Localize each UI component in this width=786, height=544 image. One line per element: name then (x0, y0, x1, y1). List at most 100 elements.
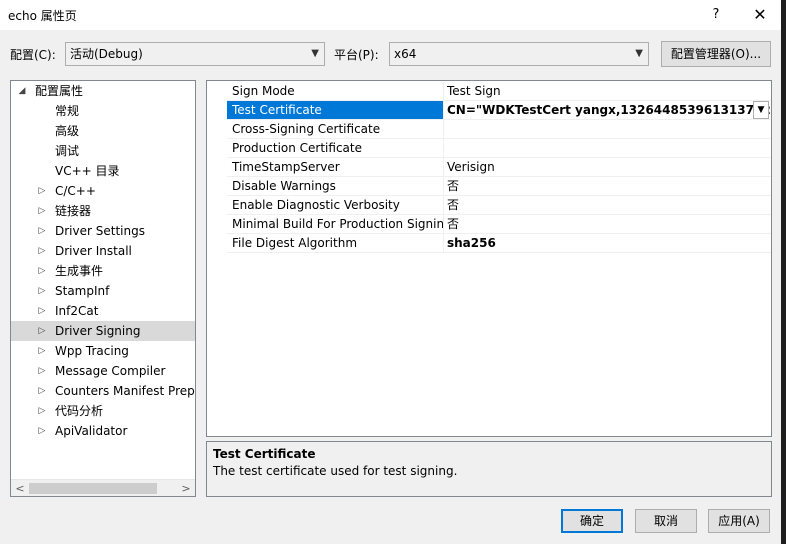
tree-item[interactable]: ▷ Driver Settings (11, 221, 195, 241)
property-name[interactable]: TimeStampServer (227, 158, 443, 177)
property-value[interactable]: 否 (443, 196, 771, 215)
tree-item[interactable]: ▷ 生成事件 (11, 261, 195, 281)
chevron-down-icon: ▼ (635, 48, 643, 59)
collapsed-triangle-icon[interactable]: ▷ (37, 321, 47, 341)
tree-item-label: 高级 (55, 124, 80, 138)
property-value[interactable] (443, 120, 771, 139)
collapsed-triangle-icon[interactable]: ▷ (37, 201, 47, 221)
property-row[interactable]: Disable Warnings 否 (207, 177, 771, 196)
property-value-text: Test Sign (447, 84, 501, 98)
tree-item[interactable]: VC++ 目录 (11, 161, 195, 181)
tree-item[interactable]: ▷ 链接器 (11, 201, 195, 221)
close-button[interactable]: ✕ (740, 0, 780, 30)
tree-item-label: Driver Install (55, 244, 132, 258)
property-value[interactable]: 否 (443, 215, 771, 234)
property-tree[interactable]: ◢ 配置属性 常规 高级 调试 VC++ 目录 ▷ C/C++ ▷ 链接器 ▷ Driver Se… (10, 80, 196, 497)
tree-item-label: Driver Settings (55, 224, 145, 238)
chevron-down-icon[interactable]: ▼ (753, 101, 769, 119)
collapsed-triangle-icon[interactable]: ▷ (37, 421, 47, 441)
tree-root-label: 配置属性 (35, 84, 84, 98)
property-name[interactable]: Cross-Signing Certificate (227, 120, 443, 139)
property-grid[interactable]: Sign Mode Test Sign Test Certificate CN="WD… (206, 80, 772, 437)
property-value[interactable]: CN="WDKTestCert yangx,132644853961313752… (443, 101, 771, 120)
scrollbar-thumb[interactable] (29, 483, 157, 494)
property-value-text: Verisign (447, 160, 495, 174)
property-value[interactable]: Verisign (443, 158, 771, 177)
property-value[interactable] (443, 139, 771, 158)
tree-item[interactable]: ▷ 代码分析 (11, 401, 195, 421)
scroll-right-icon[interactable]: > (179, 480, 193, 496)
tree-item-label: Counters Manifest Prepr (55, 384, 195, 398)
tree-item[interactable]: 调试 (11, 141, 195, 161)
description-title: Test Certificate (213, 447, 316, 461)
config-select[interactable]: 活动(Debug) ▼ (65, 42, 325, 66)
property-name[interactable]: Minimal Build For Production Signin (227, 215, 443, 234)
config-manager-button[interactable]: 配置管理器(O)... (661, 41, 771, 67)
tree-item-label: Wpp Tracing (55, 344, 129, 358)
tree-item-label: Driver Signing (55, 324, 141, 338)
tree-item-label: 调试 (55, 144, 80, 158)
window-title: echo 属性页 (8, 9, 77, 23)
tree-item-label: 代码分析 (55, 404, 104, 418)
chevron-down-icon: ▼ (311, 48, 319, 59)
tree-item[interactable]: 高级 (11, 121, 195, 141)
collapsed-triangle-icon[interactable]: ▷ (37, 241, 47, 261)
property-row[interactable]: Minimal Build For Production Signin 否 (207, 215, 771, 234)
tree-item-label: 常规 (55, 104, 80, 118)
tree-horizontal-scrollbar[interactable]: < > (11, 479, 195, 496)
tree-item[interactable]: ▷ C/C++ (11, 181, 195, 201)
collapsed-triangle-icon[interactable]: ▷ (37, 361, 47, 381)
tree-item-label: 生成事件 (55, 264, 104, 278)
tree-item[interactable]: ▷ Driver Install (11, 241, 195, 261)
tree-item[interactable]: 常规 (11, 101, 195, 121)
tree-item[interactable]: ▷ StampInf (11, 281, 195, 301)
scroll-left-icon[interactable]: < (13, 480, 27, 496)
apply-button[interactable]: 应用(A) (708, 509, 770, 533)
property-name[interactable]: Test Certificate (227, 101, 443, 120)
tree-root[interactable]: ◢ 配置属性 (11, 81, 195, 101)
property-row[interactable]: File Digest Algorithm sha256 (207, 234, 771, 253)
property-name[interactable]: File Digest Algorithm (227, 234, 443, 253)
property-name[interactable]: Enable Diagnostic Verbosity (227, 196, 443, 215)
expanded-triangle-icon[interactable]: ◢ (17, 81, 27, 101)
property-name[interactable]: Disable Warnings (227, 177, 443, 196)
property-row[interactable]: TimeStampServer Verisign (207, 158, 771, 177)
property-row[interactable]: Sign Mode Test Sign (207, 82, 771, 101)
tree-item-label: 链接器 (55, 204, 92, 218)
collapsed-triangle-icon[interactable]: ▷ (37, 261, 47, 281)
tree-item[interactable]: ▷ Counters Manifest Prepr (11, 381, 195, 401)
tree-item[interactable]: ▷ ApiValidator (11, 421, 195, 441)
tree-item[interactable]: ▷ Inf2Cat (11, 301, 195, 321)
collapsed-triangle-icon[interactable]: ▷ (37, 301, 47, 321)
property-row[interactable]: Cross-Signing Certificate (207, 120, 771, 139)
collapsed-triangle-icon[interactable]: ▷ (37, 401, 47, 421)
property-value[interactable]: 否 (443, 177, 771, 196)
platform-label: 平台(P): (334, 48, 379, 62)
ok-button[interactable]: 确定 (561, 509, 623, 533)
window-edge (781, 0, 786, 544)
property-name[interactable]: Production Certificate (227, 139, 443, 158)
property-value[interactable]: Test Sign (443, 82, 771, 101)
tree-item[interactable]: ▷ Driver Signing (11, 321, 195, 341)
collapsed-triangle-icon[interactable]: ▷ (37, 221, 47, 241)
property-row[interactable]: Production Certificate (207, 139, 771, 158)
help-button[interactable]: ? (700, 0, 732, 30)
description-panel: Test Certificate The test certificate us… (206, 441, 772, 497)
property-name[interactable]: Sign Mode (227, 82, 443, 101)
collapsed-triangle-icon[interactable]: ▷ (37, 181, 47, 201)
description-text: The test certificate used for test signi… (213, 464, 458, 478)
property-row[interactable]: Enable Diagnostic Verbosity 否 (207, 196, 771, 215)
tree-item[interactable]: ▷ Wpp Tracing (11, 341, 195, 361)
platform-select[interactable]: x64 ▼ (389, 42, 649, 66)
property-value[interactable]: sha256 (443, 234, 771, 253)
title-bar: echo 属性页 ? ✕ (0, 0, 786, 30)
collapsed-triangle-icon[interactable]: ▷ (37, 381, 47, 401)
property-value-text: sha256 (447, 236, 496, 250)
tree-item-label: VC++ 目录 (55, 164, 120, 178)
property-row[interactable]: Test Certificate CN="WDKTestCert yangx,13… (207, 101, 771, 120)
collapsed-triangle-icon[interactable]: ▷ (37, 341, 47, 361)
tree-item[interactable]: ▷ Message Compiler (11, 361, 195, 381)
collapsed-triangle-icon[interactable]: ▷ (37, 281, 47, 301)
cancel-button[interactable]: 取消 (635, 509, 697, 533)
property-value-text: CN="WDKTestCert yangx,132644853961313752… (447, 103, 771, 117)
